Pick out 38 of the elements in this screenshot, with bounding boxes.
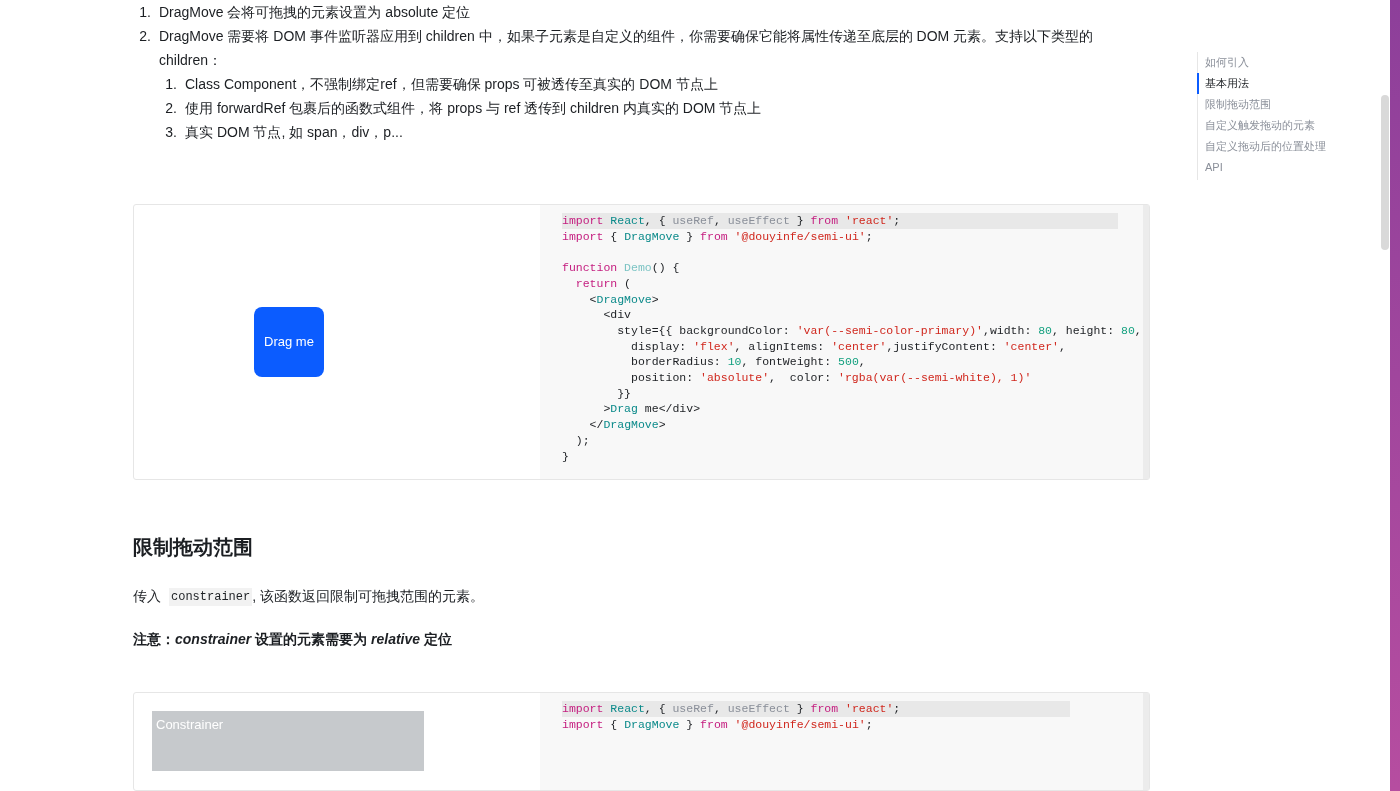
- code-line: style={{ backgroundColor: 'var(--semi-color-primary)',width: 80, height: 80,: [616, 322, 1142, 339]
- paragraph: 传入 constrainer, 该函数返回限制可拖拽范围的元素。: [133, 586, 485, 608]
- code-line: }}: [616, 385, 631, 402]
- code-line: }: [562, 448, 569, 465]
- code-line: >Drag me</div>: [602, 401, 701, 418]
- section-heading: 限制拖动范围: [133, 535, 254, 561]
- list-text: DragMove 需要将 DOM 事件监听器应用到 children 中，如果子元素是自定义的组件，你需要确保它能将属性传递至底层的 DOM 元素。支持以下类型的 children：: [159, 27, 1095, 70]
- toc-link[interactable]: 如何引入: [1197, 52, 1326, 73]
- code-line: borderRadius: 10, fontWeight: 500,: [630, 354, 866, 370]
- code-line: position: 'absolute', color: 'rgba(var(--semi-white), 1)': [630, 370, 1032, 386]
- toc-link[interactable]: 自定义触发拖动的元素: [1197, 115, 1326, 136]
- list-text: 使用 forwardRef 包裹后的函数式组件，将 props 与 ref 透传到 children 内真实的 DOM 节点上: [185, 99, 762, 118]
- list-number: 2.: [138, 27, 152, 46]
- code-line: import { DragMove } from '@douyinfe/semi-ui';: [562, 228, 873, 245]
- toc-link[interactable]: 限制拖动范围: [1197, 94, 1326, 115]
- code-line: return (: [574, 275, 632, 292]
- toc-link[interactable]: 自定义拖动后的位置处理: [1197, 136, 1326, 157]
- list-number: 1.: [164, 75, 178, 94]
- code-line: </DragMove>: [588, 417, 666, 433]
- list-number: 1.: [138, 3, 152, 22]
- toc-link[interactable]: 基本用法: [1197, 73, 1326, 94]
- constrainer-area: Constrainer: [152, 711, 424, 772]
- toc-link[interactable]: API: [1197, 157, 1326, 178]
- code-line: import { DragMove } from '@douyinfe/semi-ui';: [562, 716, 873, 733]
- list-number: 3.: [164, 123, 178, 142]
- inline-code: constrainer: [169, 587, 253, 606]
- list-number: 2.: [164, 99, 178, 118]
- code-line: function Demo() {: [562, 260, 680, 276]
- code-line: <DragMove>: [588, 291, 659, 308]
- list-text: DragMove 会将可拖拽的元素设置为 absolute 定位: [159, 3, 472, 22]
- list-text: Class Component，不强制绑定ref，但需要确保 props 可被透传至真实的 DOM 节点上: [185, 75, 718, 94]
- scrollbar-thumb[interactable]: [1381, 95, 1389, 250]
- code-line: display: 'flex', alignItems: 'center',justifyContent: 'center',: [630, 338, 1066, 355]
- list-text: 真实 DOM 节点, 如 span，div，p...: [185, 123, 403, 142]
- code-line: );: [574, 432, 590, 449]
- note-text: 注意：constrainer 设置的元素需要为 relative 定位: [133, 630, 453, 650]
- drag-me-button[interactable]: Drag me: [254, 307, 324, 378]
- code-line: <div: [602, 307, 631, 323]
